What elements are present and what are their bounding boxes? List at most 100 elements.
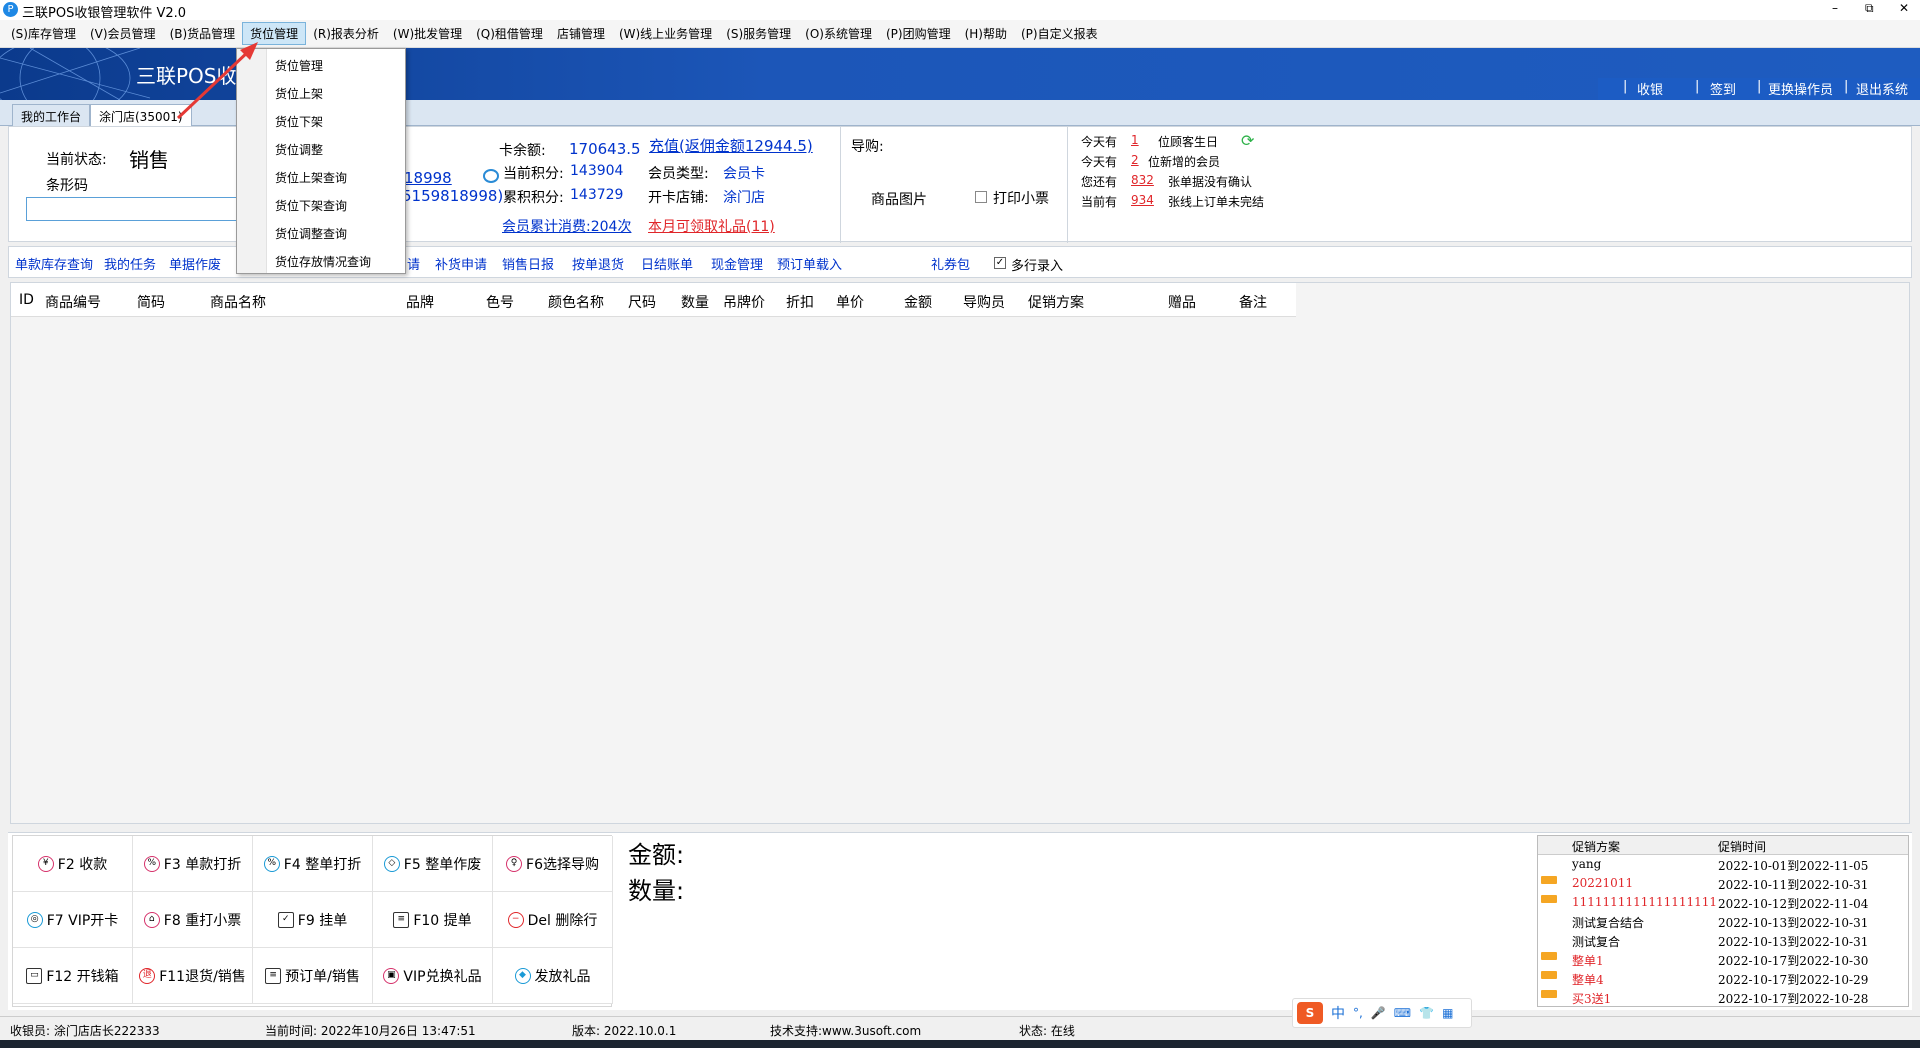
f6-select-guide-button[interactable]: ♀ F6选择导购 [493, 836, 613, 892]
col-item-name[interactable]: 商品名称 [210, 292, 266, 312]
f2-checkout-button[interactable]: ¥ F2 收款 [13, 836, 133, 892]
col-brand[interactable]: 品牌 [406, 292, 434, 312]
ime-punctuation-icon[interactable]: °, [1353, 1006, 1363, 1020]
col-item-no[interactable]: 商品编号 [45, 292, 101, 312]
notice-count[interactable]: 832 [1131, 173, 1154, 187]
vip-redeem-gift-button[interactable]: ▣ VIP兑换礼品 [373, 948, 493, 1004]
f11-return-sale-button[interactable]: 退 F11退货/销售 [133, 948, 253, 1004]
link-replenish[interactable]: 补货申请 [435, 254, 487, 273]
dropdown-item-shelve[interactable]: 货位上架 [275, 85, 323, 102]
col-remark[interactable]: 备注 [1239, 292, 1267, 312]
col-qty[interactable]: 数量 [681, 292, 709, 312]
col-color-no[interactable]: 色号 [486, 292, 514, 312]
link-cash[interactable]: 现金管理 [711, 254, 763, 273]
exit-system-link[interactable]: 退出系统 [1856, 79, 1908, 98]
col-short-code[interactable]: 简码 [137, 292, 165, 312]
del-delete-row-button[interactable]: − Del 删除行 [493, 892, 613, 948]
link-style-stock[interactable]: 单款库存查询 [15, 254, 93, 273]
preorder-sale-button[interactable]: ≡ 预订单/销售 [253, 948, 373, 1004]
link-void-document[interactable]: 单据作废 [169, 254, 221, 273]
link-daily-sales[interactable]: 销售日报 [502, 254, 554, 273]
recharge-link[interactable]: 充值(返佣金额12944.5) [649, 135, 813, 156]
f9-hold-order-button[interactable]: ✓ F9 挂单 [253, 892, 373, 948]
menu-member[interactable]: (V)会员管理 [83, 23, 163, 44]
menu-wholesale[interactable]: (W)批发管理 [386, 23, 469, 44]
multi-entry-checkbox[interactable]: ✓ [994, 257, 1006, 269]
menu-group-buy[interactable]: (P)团购管理 [879, 23, 958, 44]
promotion-row[interactable]: 买3送1 2022-10-17到2022-10-28 [1538, 988, 1908, 1006]
dropdown-item-location[interactable]: 货位管理 [275, 57, 323, 74]
link-daily-settlement[interactable]: 日结账单 [641, 254, 693, 273]
menu-reports[interactable]: (R)报表分析 [306, 23, 386, 44]
issue-gift-button[interactable]: ◆ 发放礼品 [493, 948, 613, 1004]
f8-reprint-button[interactable]: ⌂ F8 重打小票 [133, 892, 253, 948]
promotion-row[interactable]: 测试复合结合 2022-10-13到2022-10-31 [1538, 912, 1908, 931]
dropdown-item-unshelve-query[interactable]: 货位下架查询 [275, 197, 347, 214]
ime-logo-icon[interactable]: S [1297, 1002, 1323, 1024]
col-guide[interactable]: 导购员 [963, 292, 1005, 312]
promotion-row[interactable]: 20221011 2022-10-11到2022-10-31 [1538, 874, 1908, 893]
f3-item-discount-button[interactable]: % F3 单款打折 [133, 836, 253, 892]
f5-void-order-button[interactable]: ◇ F5 整单作废 [373, 836, 493, 892]
ime-menu-icon[interactable]: ▦ [1442, 1006, 1453, 1020]
menu-online[interactable]: (W)线上业务管理 [612, 23, 719, 44]
promotion-row[interactable]: 测试复合 2022-10-13到2022-10-31 [1538, 931, 1908, 950]
menu-inventory[interactable]: (S)库存管理 [4, 23, 83, 44]
checkout-link[interactable]: 收银 [1637, 79, 1663, 98]
sign-in-link[interactable]: 签到 [1710, 79, 1736, 98]
col-tag-price[interactable]: 吊牌价 [723, 292, 765, 312]
dropdown-item-shelve-query[interactable]: 货位上架查询 [275, 169, 347, 186]
close-button[interactable]: ✕ [1899, 1, 1909, 15]
menu-rental[interactable]: (Q)租借管理 [469, 23, 550, 44]
col-gift[interactable]: 赠品 [1168, 292, 1196, 312]
col-unit-price[interactable]: 单价 [836, 292, 864, 312]
ime-skin-icon[interactable]: 👕 [1419, 1006, 1434, 1020]
promotion-row[interactable]: 整单1 2022-10-17到2022-10-30 [1538, 950, 1908, 969]
col-amount[interactable]: 金额 [904, 292, 932, 312]
promotion-period: 2022-10-12到2022-11-04 [1718, 897, 1869, 911]
f7-vip-card-button[interactable]: ◎ F7 VIP开卡 [13, 892, 133, 948]
member-id-link[interactable]: 18998 [404, 169, 452, 187]
col-id[interactable]: ID [19, 292, 34, 308]
link-my-tasks[interactable]: 我的任务 [104, 254, 156, 273]
notice-count[interactable]: 1 [1131, 133, 1139, 147]
notice-count[interactable]: 934 [1131, 193, 1154, 207]
col-color-name[interactable]: 颜色名称 [548, 292, 604, 312]
restore-button[interactable]: ⧉ [1865, 1, 1874, 16]
link-coupon-pack[interactable]: 礼券包 [931, 254, 970, 273]
dropdown-item-unshelve[interactable]: 货位下架 [275, 113, 323, 130]
promotion-row[interactable]: 整单4 2022-10-17到2022-10-29 [1538, 969, 1908, 988]
f10-retrieve-order-button[interactable]: ≡ F10 提单 [373, 892, 493, 948]
promotion-row[interactable]: yang 2022-10-01到2022-11-05 [1538, 855, 1908, 874]
menu-help[interactable]: (H)帮助 [958, 23, 1014, 44]
menu-store[interactable]: 店铺管理 [550, 23, 612, 44]
gift-link[interactable]: 本月可领取礼品(11) [648, 216, 775, 236]
link-return[interactable]: 按单退货 [572, 254, 624, 273]
col-promotion[interactable]: 促销方案 [1028, 292, 1084, 312]
print-receipt-checkbox[interactable] [975, 191, 987, 203]
ime-keyboard-icon[interactable]: ⌨ [1394, 1006, 1411, 1020]
f12-cash-drawer-button[interactable]: ▭ F12 开钱箱 [13, 948, 133, 1004]
switch-operator-link[interactable]: 更换操作员 [1768, 79, 1833, 98]
ime-language-toggle[interactable]: 中 [1331, 1003, 1345, 1023]
ime-toolbar[interactable]: S 中 °, 🎤 ⌨ 👕 ▦ [1292, 998, 1472, 1028]
minimize-button[interactable]: – [1832, 1, 1838, 15]
menu-custom-report[interactable]: (P)自定义报表 [1014, 23, 1105, 44]
col-discount[interactable]: 折扣 [786, 292, 814, 312]
f4-order-discount-button[interactable]: % F4 整单打折 [253, 836, 373, 892]
refresh-icon[interactable]: ⟳ [1241, 131, 1254, 150]
link-request[interactable]: 请 [407, 254, 420, 273]
dropdown-item-adjust-query[interactable]: 货位调整查询 [275, 225, 347, 242]
consumption-link[interactable]: 会员累计消费:204次 [502, 216, 631, 236]
chat-icon[interactable] [483, 169, 499, 183]
notice-count[interactable]: 2 [1131, 153, 1139, 167]
tab-workbench[interactable]: 我的工作台 [12, 104, 91, 126]
dropdown-item-storage-query[interactable]: 货位存放情况查询 [275, 253, 371, 270]
menu-service[interactable]: (S)服务管理 [719, 23, 798, 44]
dropdown-item-adjust[interactable]: 货位调整 [275, 141, 323, 158]
link-preorder-load[interactable]: 预订单载入 [777, 254, 842, 273]
col-size[interactable]: 尺码 [628, 292, 656, 312]
promotion-row[interactable]: 1111111111111111111 2022-10-12到2022-11-04 [1538, 893, 1908, 912]
menu-system[interactable]: (O)系统管理 [798, 23, 879, 44]
ime-microphone-icon[interactable]: 🎤 [1371, 1006, 1386, 1020]
